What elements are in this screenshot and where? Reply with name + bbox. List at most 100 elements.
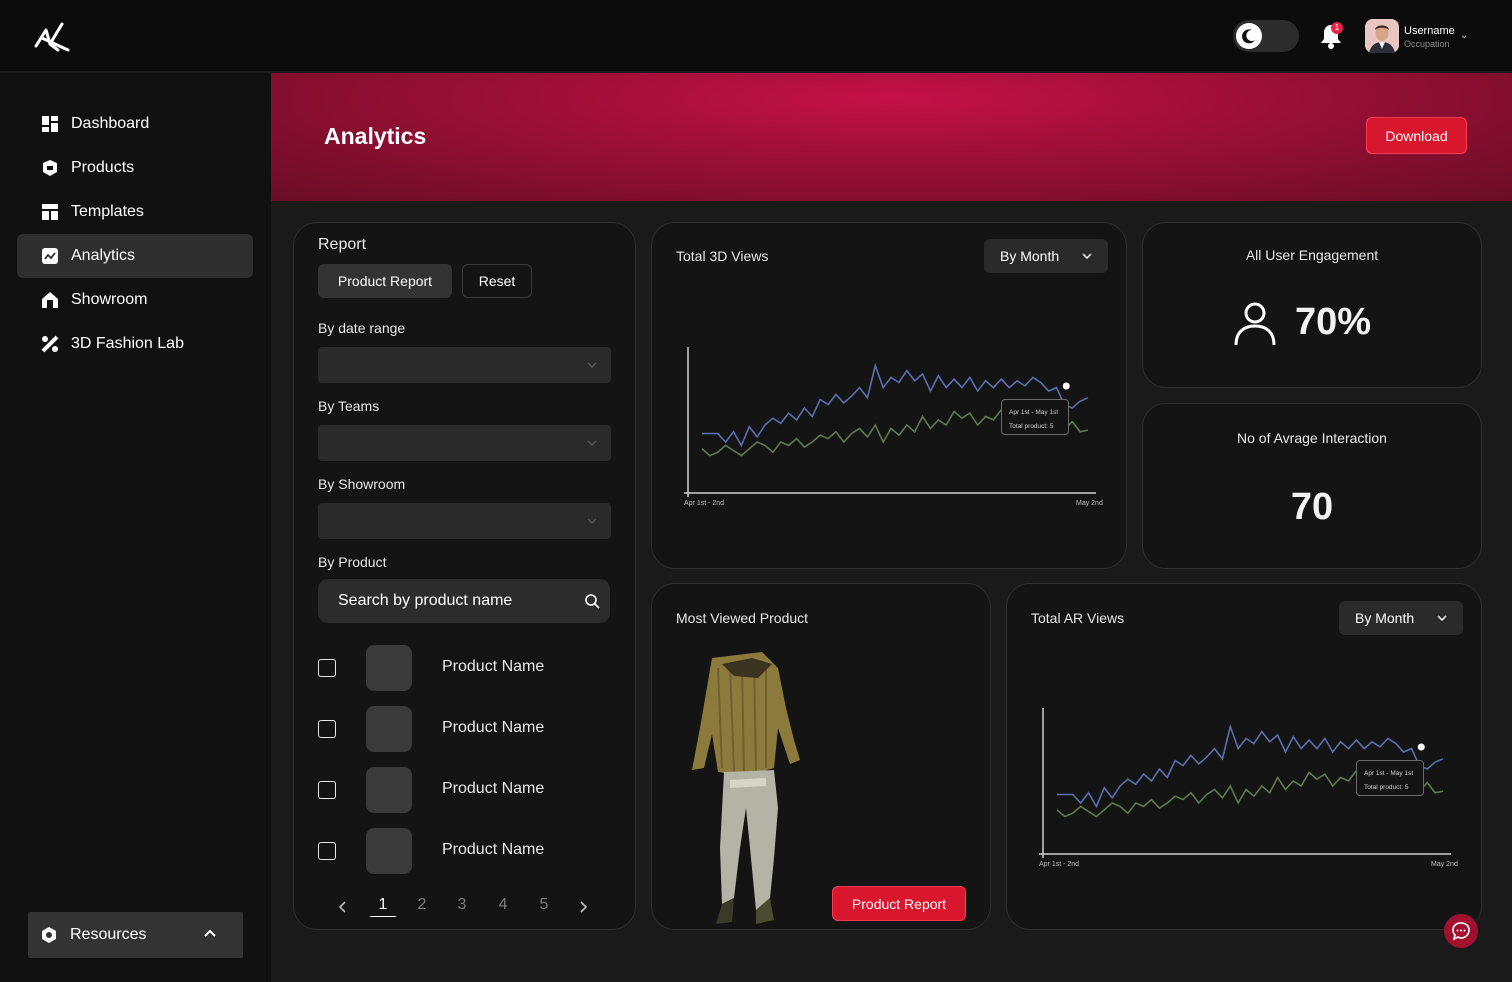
product-thumbnail (366, 767, 412, 813)
search-placeholder: Search by product name (338, 592, 513, 609)
x-axis-end-label: May 2nd (1076, 500, 1103, 507)
chevron-left-icon[interactable] (338, 900, 348, 914)
chart-hover-point[interactable] (1417, 743, 1425, 751)
sidebar-item-label: Products (71, 159, 135, 176)
page-2[interactable]: 2 (414, 896, 430, 914)
chart-hover-point[interactable] (1062, 382, 1070, 390)
moon-icon (1242, 29, 1255, 44)
engagement-value: 70% (1295, 301, 1372, 343)
product-label: By Product (318, 554, 387, 570)
user-icon (1234, 302, 1276, 346)
card-title: All User Engagement (1245, 247, 1379, 263)
product-thumbnail (366, 645, 412, 691)
total-3d-views-card: Total 3D Views By Month Apr 1st - 2nd Ma… (651, 222, 1127, 569)
sidebar-item-label: Showroom (71, 291, 148, 308)
product-checkbox[interactable] (318, 720, 336, 738)
notification-badge: 1 (1331, 22, 1343, 34)
chevron-down-icon (587, 518, 597, 525)
showroom-select[interactable] (318, 503, 611, 539)
products-icon (43, 160, 57, 176)
avatar[interactable] (1365, 19, 1399, 53)
user-name[interactable]: Username (1404, 25, 1455, 37)
chevron-right-icon[interactable] (578, 900, 588, 914)
page-1[interactable]: 1 (370, 896, 396, 917)
dashboard-icon (42, 116, 58, 132)
pagination: 1 2 3 4 5 (338, 896, 588, 920)
chart-tooltip: Apr 1st - May 1st Total product: 5 (1356, 760, 1424, 796)
product-3d-image (692, 652, 800, 924)
sidebar-item-label: Analytics (71, 247, 136, 264)
brand-logo[interactable] (32, 20, 72, 54)
sidebar-item-label: 3D Fashion Lab (71, 335, 184, 352)
page-5[interactable]: 5 (536, 896, 552, 914)
chevron-down-icon (587, 440, 597, 447)
sidebar-item-showroom[interactable]: Showroom (17, 278, 253, 322)
reset-button[interactable]: Reset (462, 264, 532, 298)
search-icon[interactable] (584, 593, 600, 609)
resources-icon (42, 927, 56, 943)
views-3d-line-chart (684, 347, 1096, 497)
product-checkbox[interactable] (318, 842, 336, 860)
product-search-input[interactable]: Search by product name (318, 579, 610, 623)
sidebar-item-analytics[interactable]: Analytics (17, 234, 253, 278)
product-row: Product Name (318, 767, 611, 813)
product-name[interactable]: Product Name (442, 719, 544, 737)
most-viewed-product-card: Most Viewed Product Product Report (651, 583, 991, 930)
chevron-down-icon (587, 362, 597, 369)
product-row: Product Name (318, 706, 611, 752)
chart-tooltip: Apr 1st - May 1st Total product: 5 (1001, 399, 1069, 435)
ar-views-line-chart (1039, 708, 1451, 858)
chevron-up-icon (204, 929, 216, 937)
teams-select[interactable] (318, 425, 611, 461)
download-button[interactable]: Download (1366, 117, 1467, 154)
templates-icon (42, 204, 58, 220)
product-name[interactable]: Product Name (442, 658, 544, 676)
date-range-label: By date range (318, 320, 406, 336)
product-thumbnail (366, 828, 412, 874)
product-thumbnail (366, 706, 412, 752)
chat-button[interactable] (1444, 914, 1478, 948)
user-photo (1365, 19, 1399, 53)
product-name[interactable]: Product Name (442, 780, 544, 798)
product-report-button[interactable]: Product Report (832, 886, 966, 921)
sidebar-item-label: Dashboard (71, 115, 150, 132)
resources-button[interactable]: Resources (28, 912, 243, 958)
average-interaction-card: No of Avrage Interaction 70 (1142, 403, 1482, 569)
sidebar-item-products[interactable]: Products (17, 146, 253, 190)
x-axis-start-label: Apr 1st - 2nd (684, 500, 725, 507)
teams-label: By Teams (318, 398, 380, 414)
chevron-down-icon[interactable]: ⌄ (1460, 30, 1468, 41)
chat-icon (1452, 922, 1470, 941)
x-axis-start-label: Apr 1st - 2nd (1039, 861, 1080, 868)
tooltip-value: Total product: 5 (1009, 423, 1054, 430)
tooltip-range: Apr 1st - May 1st (1009, 409, 1059, 416)
sidebar-item-templates[interactable]: Templates (17, 190, 253, 234)
page-3[interactable]: 3 (454, 896, 470, 914)
tooltip-value: Total product: 5 (1364, 784, 1409, 791)
card-title: No of Avrage Interaction (1237, 430, 1387, 446)
dark-mode-toggle[interactable] (1233, 20, 1299, 52)
sidebar-item-dashboard[interactable]: Dashboard (17, 102, 253, 146)
page-4[interactable]: 4 (495, 896, 511, 914)
product-name[interactable]: Product Name (442, 841, 544, 859)
product-checkbox[interactable] (318, 659, 336, 677)
fashion-lab-icon (41, 335, 59, 353)
tooltip-range: Apr 1st - May 1st (1364, 770, 1414, 777)
sidebar-item-label: Templates (71, 203, 144, 220)
report-title: Report (318, 236, 367, 253)
product-row: Product Name (318, 645, 611, 691)
page-title: Analytics (324, 123, 427, 149)
user-engagement-card: All User Engagement 70% (1142, 222, 1482, 388)
top-bar: 1 Username Occupation ⌄ (0, 0, 1512, 72)
product-checkbox[interactable] (318, 781, 336, 799)
x-axis-end-label: May 2nd (1431, 861, 1458, 868)
date-range-select[interactable] (318, 347, 611, 383)
resources-label: Resources (70, 926, 147, 943)
total-ar-views-card: Total AR Views By Month Apr 1st - 2nd Ma… (1006, 583, 1482, 930)
product-report-tab[interactable]: Product Report (318, 264, 452, 298)
showroom-icon (42, 292, 58, 308)
card-title: Most Viewed Product (676, 610, 809, 626)
page-header-banner: Analytics Download (271, 73, 1512, 201)
interaction-value: 70 (1290, 486, 1334, 528)
sidebar-item-3d-fashion-lab[interactable]: 3D Fashion Lab (17, 322, 253, 366)
